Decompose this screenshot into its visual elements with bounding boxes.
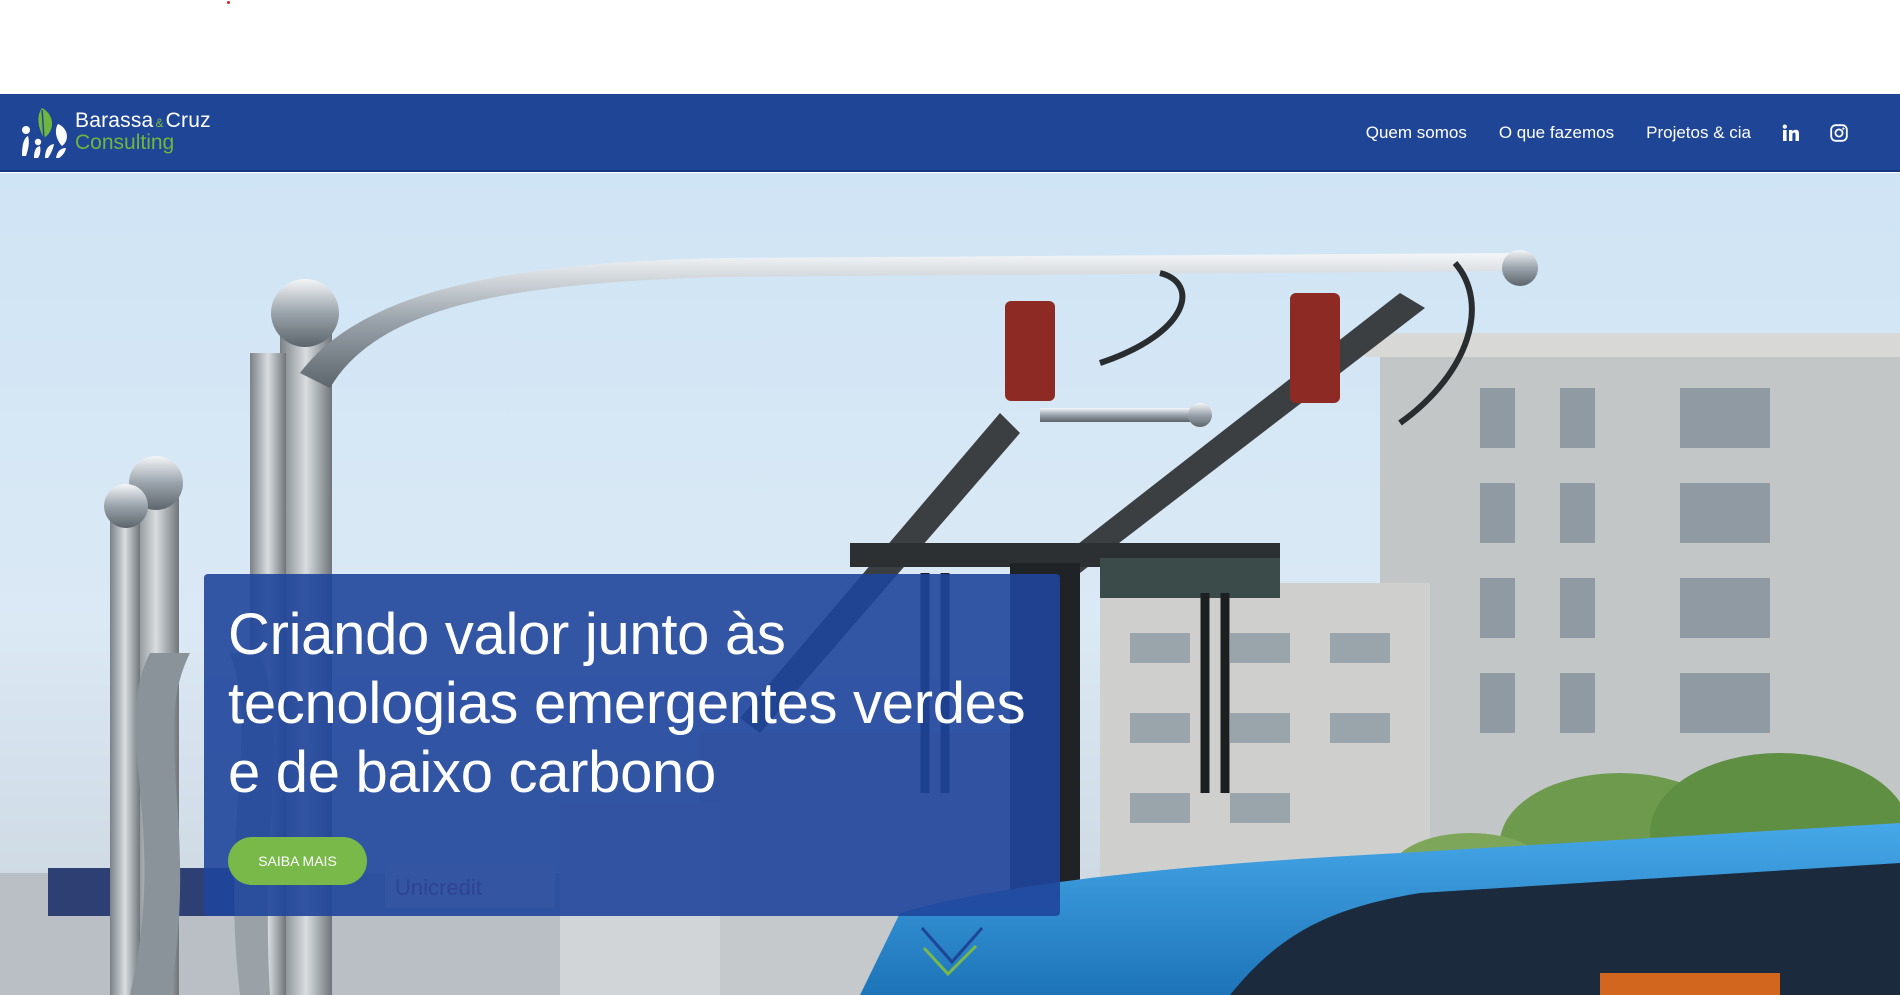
hero-title: Criando valor junto às tecnologias emerg… [228,602,1026,805]
hero-section: Unicredit [0,173,1900,995]
page: Barassa &Cruz Consulting Quem somos O que… [0,0,1900,995]
logo-ampersand: & [155,116,164,130]
red-dot [227,1,230,4]
logo-name-first: Barassa [75,109,154,132]
logo-name-second: Cruz [165,109,211,132]
chevron-down-icon[interactable] [918,922,984,976]
logo-subtitle: Consulting [75,131,175,154]
top-white-strip [0,0,1900,94]
main-nav: Quem somos O que fazemos Projetos & cia [1366,94,1900,172]
nav-link-quem-somos[interactable]: Quem somos [1366,123,1467,143]
instagram-icon[interactable] [1829,123,1849,143]
hero-card: Criando valor junto às tecnologias emerg… [204,574,1060,916]
nav-link-o-que-fazemos[interactable]: O que fazemos [1499,123,1614,143]
saiba-mais-button[interactable]: SAIBA MAIS [228,837,367,885]
logo-wordmark: Barassa &Cruz Consulting [75,110,211,153]
linkedin-icon[interactable] [1781,123,1801,143]
logo-name-line: Barassa &Cruz [75,110,211,131]
navbar: Barassa &Cruz Consulting Quem somos O que… [0,94,1900,172]
nav-link-projetos-cia[interactable]: Projetos & cia [1646,123,1751,143]
leaf-people-logo-icon [22,108,67,158]
site-logo[interactable]: Barassa &Cruz Consulting [18,102,228,162]
